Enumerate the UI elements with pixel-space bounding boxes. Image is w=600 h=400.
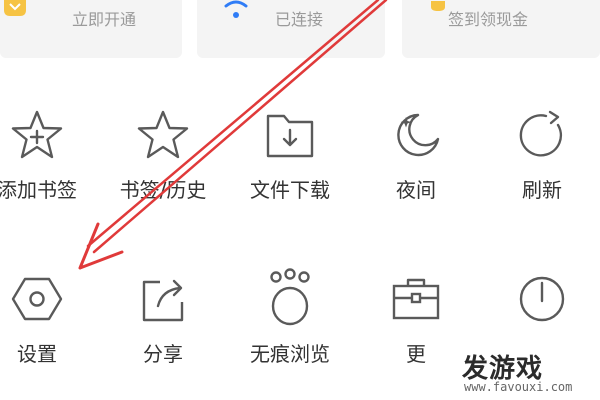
- toolbox-icon: [392, 278, 440, 320]
- watermark-logo: 发游戏 www.favouxi.com: [456, 348, 600, 400]
- menu-more-tools-label: 更: [406, 342, 426, 366]
- menu-settings-label: 设置: [17, 342, 57, 366]
- menu-add-bookmark[interactable]: 添加书签: [0, 100, 92, 220]
- vip-card-label: 立即开通: [72, 10, 137, 29]
- menu-file-download-label: 文件下载: [250, 178, 330, 202]
- star-plus-icon: [11, 110, 63, 159]
- checkin-card-label: 签到领现金: [448, 10, 529, 29]
- menu-incognito-label: 无痕浏览: [250, 342, 330, 366]
- vip-card[interactable]: 立即开通: [0, 0, 182, 58]
- coin-icon: [428, 0, 448, 19]
- watermark-url: www.favouxi.com: [464, 380, 573, 394]
- vip-icon: [2, 0, 28, 24]
- refresh-icon: [519, 110, 563, 157]
- moon-icon: [397, 113, 440, 157]
- star-icon: [137, 110, 189, 159]
- network-card[interactable]: 已连接: [197, 0, 385, 58]
- menu-settings[interactable]: 设置: [0, 264, 92, 384]
- menu-share-label: 分享: [143, 342, 183, 366]
- menu-bookmark-history-label: 书签/历史: [119, 178, 207, 202]
- top-cards: 立即开通 已连接 签到领现金: [0, 0, 600, 70]
- menu-night-mode[interactable]: 夜间: [361, 100, 471, 220]
- menu-bookmark-history[interactable]: 书签/历史: [108, 100, 218, 220]
- share-icon: [142, 279, 184, 322]
- menu-refresh-label: 刷新: [522, 178, 562, 202]
- checkin-card[interactable]: 签到领现金: [402, 0, 600, 58]
- paw-incognito-icon: [270, 268, 310, 326]
- menu-more-tools[interactable]: 更: [361, 264, 471, 384]
- menu-share[interactable]: 分享: [108, 264, 218, 384]
- menu-add-bookmark-label: 添加书签: [0, 178, 77, 202]
- folder-download-icon: [266, 114, 314, 158]
- menu-refresh[interactable]: 刷新: [487, 100, 597, 220]
- power-icon: [519, 276, 565, 322]
- hexagon-settings-icon: [11, 277, 63, 321]
- menu-night-mode-label: 夜间: [396, 178, 436, 202]
- wifi-icon: [223, 0, 249, 24]
- network-card-label: 已连接: [275, 10, 324, 29]
- menu-file-download[interactable]: 文件下载: [235, 100, 345, 220]
- menu-incognito[interactable]: 无痕浏览: [235, 264, 345, 384]
